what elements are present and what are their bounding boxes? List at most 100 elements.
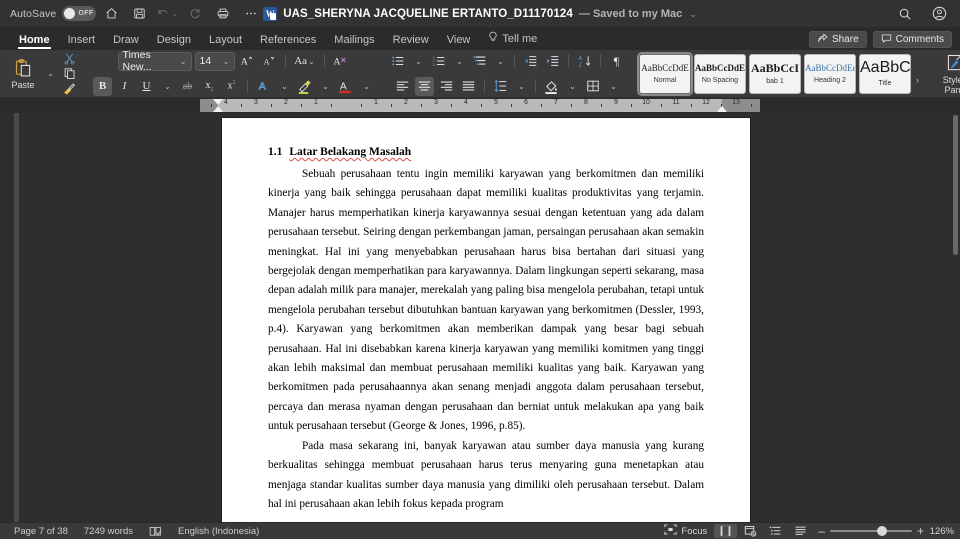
tab-insert[interactable]: Insert (59, 34, 105, 50)
style-heading-2[interactable]: AaBbCcDdEe Heading 2 (804, 53, 856, 94)
tab-review[interactable]: Review (384, 34, 438, 50)
change-case-icon[interactable]: Aa ⌄ (292, 52, 318, 71)
paste-button[interactable]: Paste (6, 58, 40, 90)
focus-button[interactable]: Focus (659, 524, 712, 538)
increase-indent-icon[interactable] (543, 52, 562, 71)
tab-view[interactable]: View (438, 34, 480, 50)
multilevel-list-icon[interactable] (470, 52, 489, 71)
highlight-dropdown-icon[interactable]: ⌄ (317, 77, 333, 96)
align-right-button[interactable] (437, 77, 456, 96)
more-options-icon[interactable] (238, 3, 264, 25)
shading-icon[interactable] (542, 77, 561, 96)
search-icon[interactable] (892, 3, 918, 25)
highlight-color-icon[interactable] (295, 77, 314, 96)
vertical-scrollbar[interactable] (953, 115, 958, 255)
tab-mailings[interactable]: Mailings (325, 34, 383, 50)
line-spacing-dropdown-icon[interactable]: ⌄ (513, 77, 529, 96)
justify-button[interactable] (459, 77, 478, 96)
share-icon (817, 32, 828, 47)
zoom-out-button[interactable]: – (818, 525, 825, 537)
page-indicator[interactable]: Page 7 of 38 (6, 526, 76, 537)
superscript-button[interactable]: x2 (222, 77, 241, 96)
copy-icon[interactable] (60, 67, 78, 81)
zoom-slider[interactable]: – + (818, 525, 924, 537)
font-color-icon[interactable]: A (336, 77, 355, 96)
document-canvas[interactable]: 1.1 Latar Belakang Masalah Sebuah perusa… (0, 113, 960, 522)
subscript-button[interactable]: x2 (200, 77, 219, 96)
document-page[interactable]: 1.1 Latar Belakang Masalah Sebuah perusa… (222, 118, 750, 522)
zoom-track[interactable] (829, 526, 912, 536)
outline-view-button[interactable] (764, 524, 787, 538)
multilevel-dropdown-icon[interactable]: ⌄ (492, 52, 508, 71)
account-icon[interactable] (926, 3, 952, 25)
borders-dropdown-icon[interactable]: ⌄ (605, 77, 621, 96)
bullet-dropdown-icon[interactable]: ⌄ (410, 52, 426, 71)
web-layout-view-button[interactable] (739, 524, 762, 538)
underline-button[interactable]: U (137, 77, 156, 96)
borders-icon[interactable] (583, 77, 602, 96)
style-no-spacing[interactable]: AaBbCcDdEe No Spacing (694, 53, 746, 94)
text-effects-dropdown-icon[interactable]: ⌄ (276, 77, 292, 96)
tab-design[interactable]: Design (148, 34, 200, 50)
zoom-in-button[interactable]: + (917, 525, 924, 537)
style-sample: AaBbCcDdEe (805, 63, 855, 73)
numbered-dropdown-icon[interactable]: ⌄ (451, 52, 467, 71)
tab-layout[interactable]: Layout (200, 34, 251, 50)
text-effects-icon[interactable]: A (254, 77, 273, 96)
draft-view-button[interactable] (789, 524, 812, 538)
comments-button[interactable]: Comments (872, 31, 952, 48)
shrink-font-icon[interactable]: A (260, 52, 279, 71)
first-line-indent-marker[interactable] (213, 99, 223, 105)
style-title[interactable]: AaBbC Title (859, 53, 911, 94)
horizontal-ruler[interactable]: 4 3 2 1 1 2 3 4 5 6 7 8 9 10 11 12 13 (200, 99, 760, 112)
undo-icon[interactable]: ⌄ (154, 3, 180, 25)
styles-pane-button[interactable]: Styles Pane (935, 53, 960, 95)
home-icon[interactable] (98, 3, 124, 25)
save-icon[interactable] (126, 3, 152, 25)
shading-dropdown-icon[interactable]: ⌄ (564, 77, 580, 96)
autosave-toggle[interactable]: OFF (62, 6, 97, 21)
align-left-button[interactable] (393, 77, 412, 96)
chevron-down-icon[interactable]: ⌄ (689, 9, 697, 20)
titlebar-left-controls: AutoSave OFF ⌄ (0, 3, 264, 25)
align-center-button[interactable] (415, 76, 434, 96)
bullet-list-icon[interactable] (388, 52, 407, 71)
right-indent-marker[interactable] (717, 106, 727, 112)
show-formatting-marks-icon[interactable]: ¶ (607, 52, 626, 71)
sort-icon[interactable]: AZ (575, 52, 594, 71)
format-painter-icon[interactable] (60, 82, 78, 96)
paste-dropdown-icon[interactable]: ⌄ (42, 64, 58, 83)
numbered-list-icon[interactable]: 123 (429, 52, 448, 71)
bold-button[interactable]: B (93, 76, 112, 96)
underline-dropdown-icon[interactable]: ⌄ (159, 77, 175, 96)
share-button[interactable]: Share (808, 31, 867, 48)
italic-button[interactable]: I (115, 77, 134, 96)
tabbar-right-actions: Share Comments (808, 31, 960, 50)
decrease-indent-icon[interactable] (521, 52, 540, 71)
font-name-select[interactable]: Times New... ⌄ (117, 49, 192, 73)
styles-gallery-more-icon[interactable]: › (914, 75, 921, 85)
line-spacing-icon[interactable] (491, 77, 510, 96)
tab-draw[interactable]: Draw (104, 34, 148, 50)
language-indicator[interactable]: English (Indonesia) (170, 526, 267, 537)
tab-tell-me[interactable]: Tell me (479, 31, 546, 50)
style-bab-1[interactable]: AaBbCcI bab 1 (749, 53, 801, 94)
strikethrough-button[interactable]: ab (178, 77, 197, 96)
style-normal[interactable]: AaBbCcDdE Normal (637, 51, 693, 96)
print-layout-view-button[interactable] (714, 524, 738, 538)
zoom-level-label[interactable]: 126% (926, 526, 954, 537)
font-size-select[interactable]: 14 ⌄ (194, 51, 235, 71)
grow-font-icon[interactable]: A (238, 52, 257, 71)
print-icon[interactable] (210, 3, 236, 25)
autosave-state: OFF (78, 10, 94, 17)
left-indent-marker[interactable] (213, 106, 223, 112)
zoom-thumb[interactable] (876, 526, 887, 536)
font-color-dropdown-icon[interactable]: ⌄ (358, 77, 374, 96)
clear-formatting-icon[interactable]: A (331, 52, 350, 71)
redo-icon[interactable] (182, 3, 208, 25)
proofing-icon[interactable] (141, 526, 170, 537)
cut-icon[interactable] (60, 52, 78, 66)
tab-references[interactable]: References (251, 34, 325, 50)
tab-home[interactable]: Home (10, 34, 59, 50)
word-count[interactable]: 7249 words (76, 526, 141, 537)
